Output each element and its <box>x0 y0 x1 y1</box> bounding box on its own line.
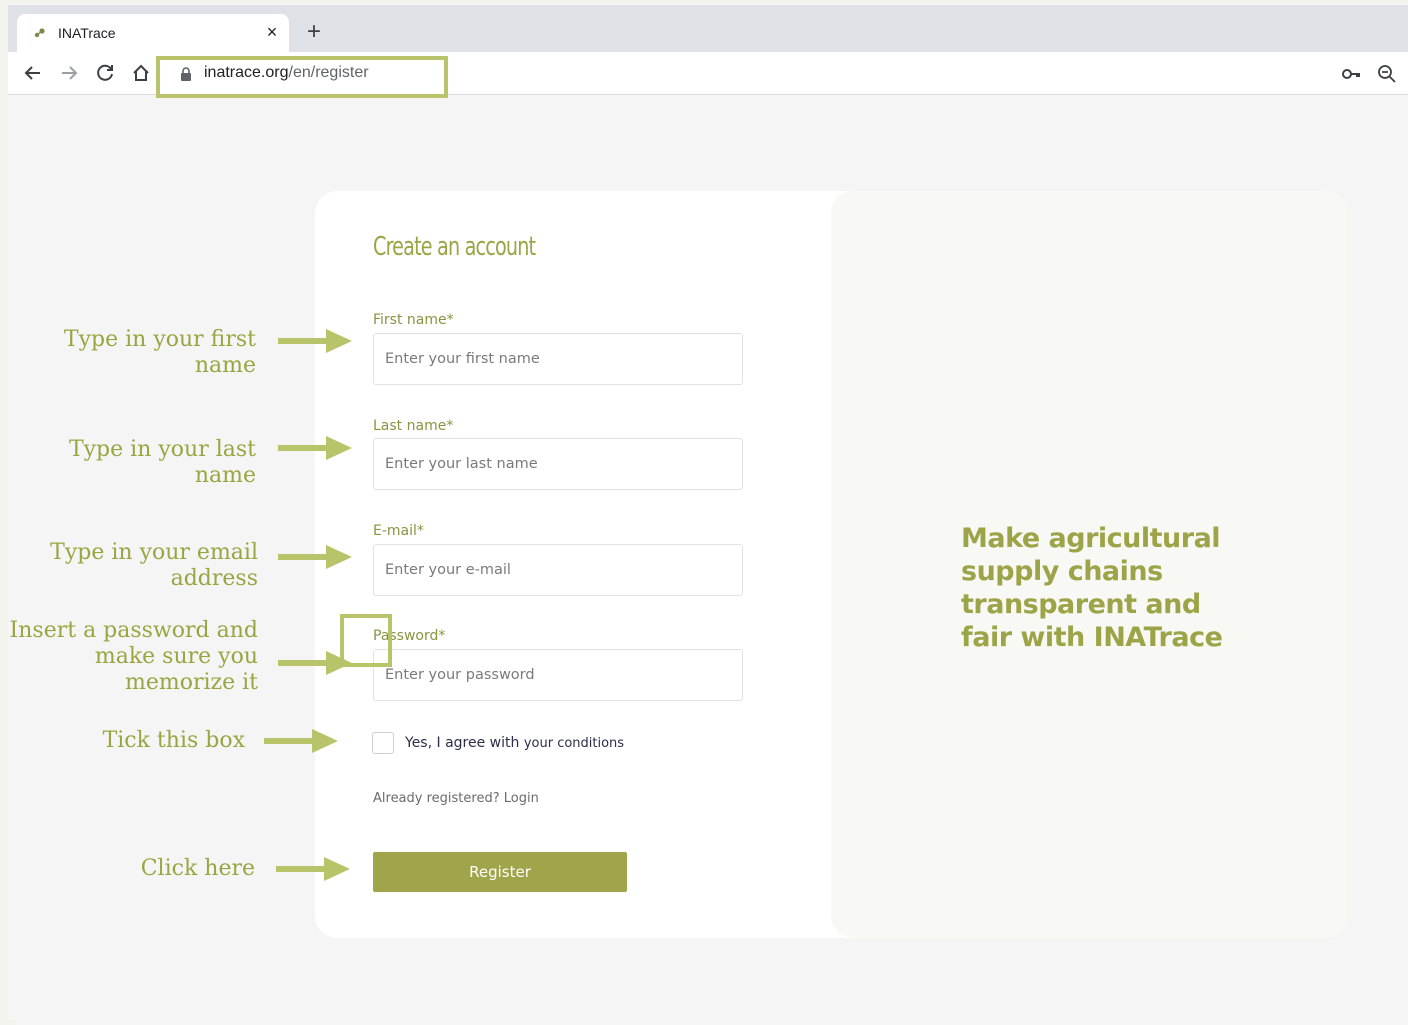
key-icon[interactable] <box>1341 63 1363 85</box>
agree-checkbox[interactable] <box>372 732 394 754</box>
reload-icon[interactable] <box>92 60 118 86</box>
zoom-icon[interactable] <box>1376 63 1398 85</box>
annotation-last-name: Type in your last name <box>68 437 256 488</box>
annotation-checkbox: Tick this box <box>102 728 245 753</box>
tab-strip: INATrace × + <box>8 5 1408 52</box>
back-icon[interactable] <box>20 60 46 86</box>
agree-text: Yes, I agree with your conditions <box>405 735 625 751</box>
arrow-icon <box>264 729 338 753</box>
hero-panel: Make agricultural supply chains transpar… <box>831 191 1347 938</box>
forward-icon[interactable] <box>56 60 82 86</box>
arrow-icon <box>278 545 352 569</box>
arrow-icon <box>278 436 352 460</box>
page-title: Create an account <box>373 232 536 262</box>
inatrace-favicon-icon <box>34 28 45 38</box>
close-tab-icon[interactable]: × <box>262 22 282 42</box>
register-button[interactable]: Register <box>373 852 627 892</box>
annotation-register: Click here <box>140 856 255 881</box>
browser-tab[interactable]: INATrace × <box>17 14 289 52</box>
last-name-label: Last name* <box>373 418 454 434</box>
annotation-first-name: Type in your first name <box>63 327 256 378</box>
url-highlight-box <box>156 56 448 98</box>
hero-tagline: Make agricultural supply chains transpar… <box>961 523 1223 653</box>
password-input[interactable] <box>373 649 743 701</box>
login-link[interactable]: Already registered? Login <box>373 791 539 806</box>
annotation-password: Insert a password and make sure you memo… <box>9 618 258 695</box>
arrow-icon <box>276 857 350 881</box>
first-name-input[interactable] <box>373 333 743 385</box>
annotation-email: Type in your email address <box>50 540 258 591</box>
last-name-input[interactable] <box>373 438 743 490</box>
email-input[interactable] <box>373 544 743 596</box>
home-icon[interactable] <box>128 60 154 86</box>
arrow-icon <box>278 651 352 675</box>
register-card: Create an account First name* Last name*… <box>315 191 1347 938</box>
email-label: E-mail* <box>373 523 424 539</box>
first-name-label: First name* <box>373 312 454 328</box>
conditions-link[interactable]: your conditions <box>524 736 624 751</box>
arrow-icon <box>278 329 352 353</box>
new-tab-icon[interactable]: + <box>303 20 325 44</box>
tab-title: INATrace <box>58 25 116 41</box>
